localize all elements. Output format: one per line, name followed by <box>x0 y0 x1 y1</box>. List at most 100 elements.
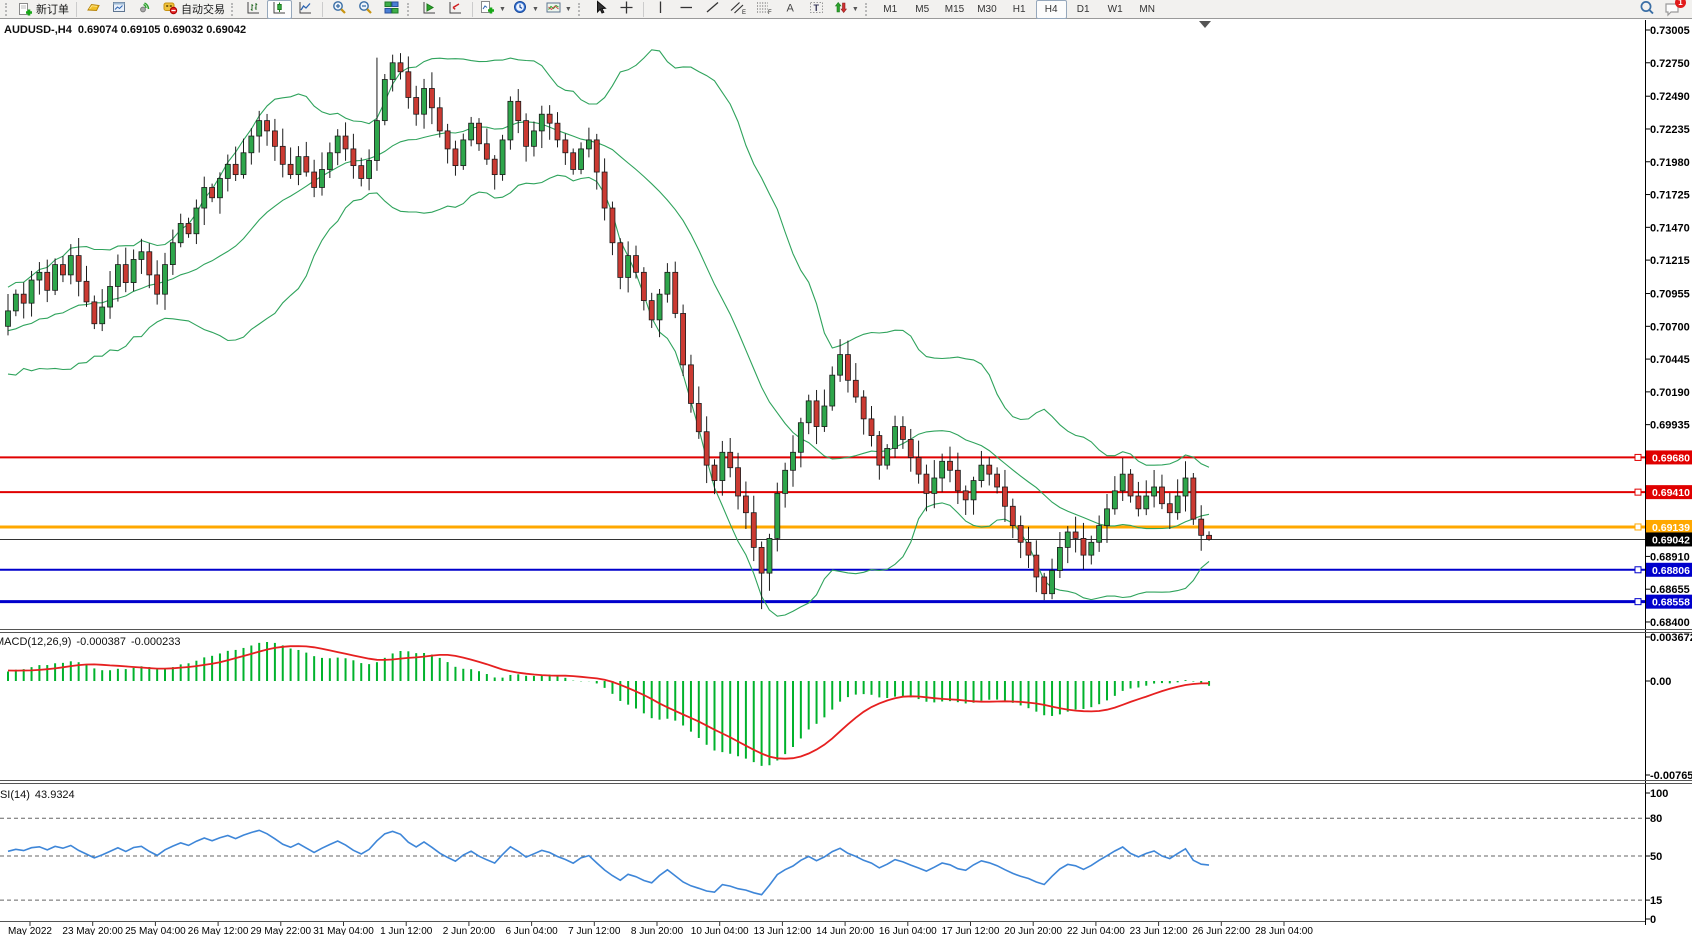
price-tick-label: 0.71215 <box>1650 255 1690 267</box>
new-order-button[interactable]: 新订单 <box>15 0 72 19</box>
timeframe-m1-button[interactable]: M1 <box>875 0 906 19</box>
arrows-button[interactable]: ▼ <box>830 0 862 19</box>
auto-trading-button[interactable]: 自动交易 <box>159 0 228 19</box>
cursor-button[interactable] <box>588 0 613 19</box>
rsi-scale[interactable]: 1008050150 <box>1645 788 1668 926</box>
hline-anchor[interactable] <box>1635 599 1641 605</box>
price-tick-label: 0.68400 <box>1650 617 1690 629</box>
chart-canvas[interactable]: 0.730050.727500.724900.722350.719800.717… <box>0 0 1692 935</box>
equidistant-channel-button[interactable]: E <box>726 0 751 19</box>
text-label-button[interactable]: T <box>804 0 829 19</box>
price-tick-label: 0.68910 <box>1650 551 1690 563</box>
toolbar-grip[interactable] <box>865 3 870 16</box>
toolbar-grip[interactable] <box>407 3 412 16</box>
new-chart-button[interactable] <box>107 0 132 19</box>
zoom-in-button[interactable] <box>327 0 352 19</box>
auto-scroll-icon <box>422 0 437 18</box>
crosshair-button[interactable] <box>614 0 639 19</box>
rsi-axis-label: 80 <box>1650 813 1662 825</box>
bar-chart-type-button[interactable] <box>241 0 266 19</box>
auto-scroll-button[interactable] <box>417 0 442 19</box>
hline-anchor[interactable] <box>1635 524 1641 530</box>
timeframe-m5-button[interactable]: M5 <box>907 0 938 19</box>
tile-windows-button[interactable] <box>379 0 404 19</box>
time-label: 8 Jun 20:00 <box>631 926 684 935</box>
line-chart-type-button[interactable] <box>293 0 318 19</box>
time-label: 16 Jun 04:00 <box>879 926 937 935</box>
zoom-out-button[interactable] <box>353 0 378 19</box>
search-button[interactable] <box>1634 0 1659 19</box>
price-tick-label: 0.68655 <box>1650 584 1690 596</box>
dropdown-arrow-icon: ▼ <box>532 6 539 13</box>
chart-title: AUDUSD-,H40.69074 0.69105 0.69032 0.6904… <box>4 24 252 36</box>
periods-button[interactable]: ▼ <box>510 0 542 19</box>
macd-axis-label: -0.007656 <box>1650 770 1692 782</box>
toolbar-grip[interactable] <box>578 3 583 16</box>
hline-price-tag-label: 0.69139 <box>1652 522 1690 534</box>
vertical-line-button[interactable] <box>648 0 673 19</box>
macd-signal-value: -0.000233 <box>131 636 181 648</box>
chat-bubble-icon: 1 <box>1664 1 1681 17</box>
timeframe-w1-button[interactable]: W1 <box>1100 0 1131 19</box>
fibonacci-button[interactable]: F <box>752 0 777 19</box>
fibonacci-icon: F <box>756 0 772 18</box>
timeframe-h1-button[interactable]: H1 <box>1004 0 1035 19</box>
candlestick-type-button[interactable] <box>267 0 292 19</box>
time-label: 23 May 20:00 <box>62 926 123 935</box>
notifications-button[interactable]: 1 <box>1660 0 1685 19</box>
tile-windows-icon <box>384 0 399 18</box>
hline-anchor[interactable] <box>1635 489 1641 495</box>
rsi-panel <box>0 818 1645 900</box>
hline-anchor[interactable] <box>1635 567 1641 573</box>
timeframe-h4-button[interactable]: H4 <box>1036 0 1067 19</box>
signal-icon <box>138 0 153 18</box>
price-tick-label: 0.71980 <box>1650 157 1690 169</box>
indicators-icon <box>480 0 495 18</box>
chart-shift-button[interactable] <box>443 0 468 19</box>
svg-text:T: T <box>813 3 819 13</box>
chart-window-icon <box>112 0 127 18</box>
macd-axis-label: 0.003672 <box>1650 632 1692 644</box>
trendline-button[interactable] <box>700 0 725 19</box>
time-label: 10 Jun 04:00 <box>691 926 749 935</box>
hline-anchor[interactable] <box>1635 454 1641 460</box>
time-label: 14 Jun 20:00 <box>816 926 874 935</box>
horizontal-line-icon <box>679 0 694 18</box>
price-scale[interactable]: 0.730050.727500.724900.722350.719800.717… <box>1645 25 1692 629</box>
new-order-label: 新订单 <box>36 1 69 17</box>
timeframe-d1-button[interactable]: D1 <box>1068 0 1099 19</box>
templates-button[interactable]: ▼ <box>543 0 575 19</box>
chart-shift-marker-icon[interactable] <box>1199 21 1211 28</box>
toolbar-grip[interactable] <box>231 3 236 16</box>
text-button[interactable]: A <box>778 0 803 19</box>
separator <box>472 2 473 17</box>
timeframe-mn-button[interactable]: MN <box>1132 0 1163 19</box>
horizontal-line-button[interactable] <box>674 0 699 19</box>
template-icon <box>546 0 561 18</box>
signals-button[interactable] <box>133 0 158 19</box>
price-tick-label: 0.72490 <box>1650 91 1690 103</box>
market-watch-button[interactable] <box>81 0 106 19</box>
svg-text:F: F <box>768 10 772 15</box>
time-label: 20 Jun 20:00 <box>1004 926 1062 935</box>
dropdown-arrow-icon: ▼ <box>852 6 859 13</box>
channel-icon: E <box>730 0 746 18</box>
timeframe-m30-button[interactable]: M30 <box>971 0 1002 19</box>
price-tick-label: 0.70190 <box>1650 387 1690 399</box>
indicators-button[interactable]: ▼ <box>477 0 509 19</box>
price-tick-label: 0.71470 <box>1650 222 1690 234</box>
time-label: 1 Jun 12:00 <box>380 926 433 935</box>
time-label: 28 Jun 04:00 <box>1255 926 1313 935</box>
separator <box>643 2 644 17</box>
time-axis[interactable]: May 202223 May 20:0025 May 04:0026 May 1… <box>8 922 1313 935</box>
time-label: 17 Jun 12:00 <box>942 926 1000 935</box>
macd-axis-label: 0.00 <box>1650 676 1671 688</box>
rsi-axis-label: 50 <box>1650 851 1662 863</box>
rsi-indicator-label: RSI(14)43.9324 <box>0 789 80 801</box>
cursor-icon <box>593 0 608 18</box>
rsi-axis-label: 15 <box>1650 895 1662 907</box>
macd-scale[interactable]: 0.003672 0.00 -0.007656 <box>1645 632 1692 782</box>
toolbar-grip[interactable] <box>5 3 10 16</box>
timeframe-m15-button[interactable]: M15 <box>939 0 970 19</box>
clock-icon <box>513 0 528 18</box>
